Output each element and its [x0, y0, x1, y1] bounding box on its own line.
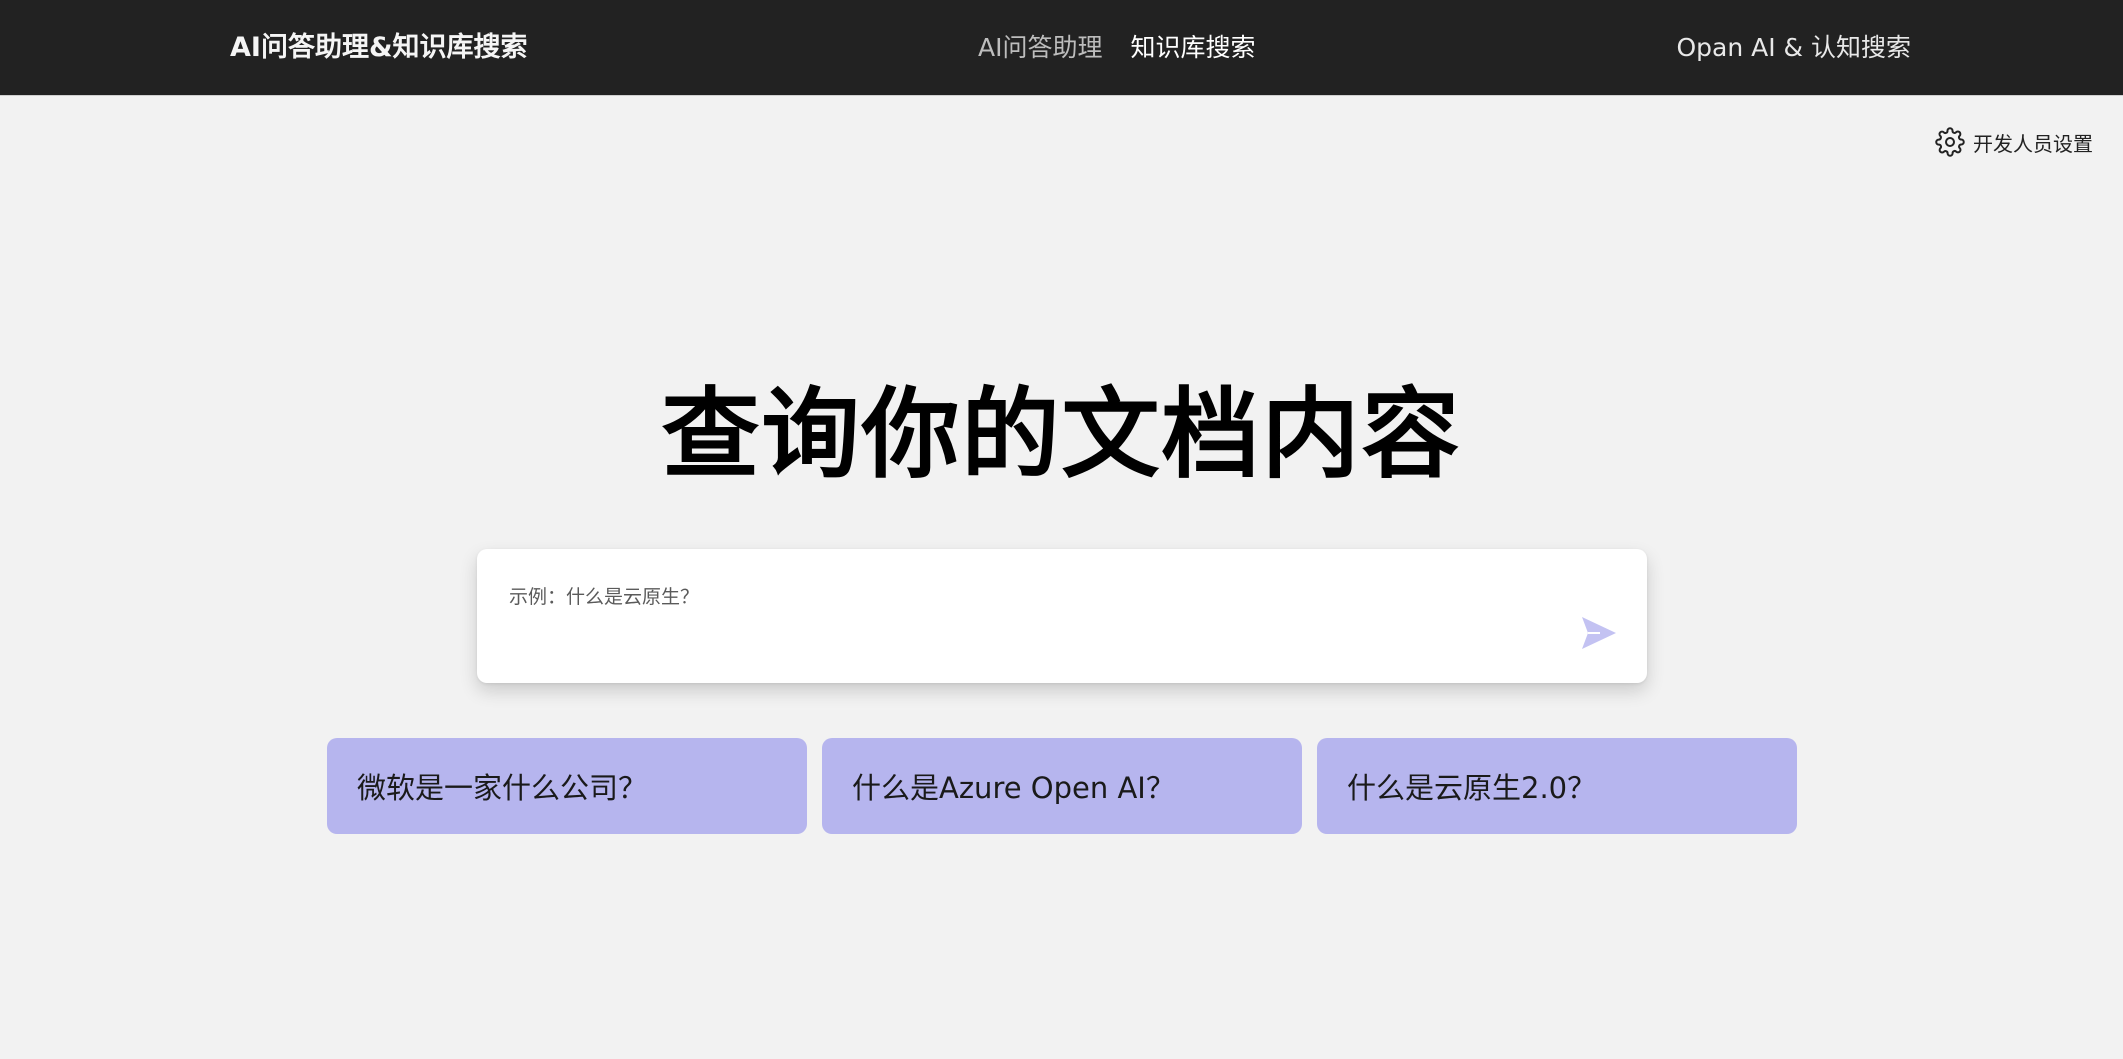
openai-cognitive-search-link[interactable]: Opan AI & 认知搜索: [1676, 30, 1911, 66]
main-nav: AI问答助理 知识库搜索: [978, 30, 1256, 66]
example-questions: 微软是一家什么公司？ 什么是Azure Open AI？ 什么是云原生2.0？: [327, 738, 1797, 834]
example-question-label: 什么是云原生2.0？: [1347, 771, 1597, 805]
question-input[interactable]: [509, 579, 1509, 615]
example-question-card[interactable]: 微软是一家什么公司？: [327, 738, 807, 834]
nav-knowledge-search[interactable]: 知识库搜索: [1130, 30, 1255, 66]
example-question-card[interactable]: 什么是Azure Open AI？: [822, 738, 1302, 834]
app-brand[interactable]: AI问答助理&知识库搜索: [230, 30, 528, 66]
nav-ai-assistant[interactable]: AI问答助理: [978, 30, 1102, 66]
send-button[interactable]: [1577, 613, 1621, 657]
send-icon: [1580, 615, 1618, 655]
question-box: [477, 549, 1647, 683]
gear-icon: [1935, 127, 1965, 161]
example-question-card[interactable]: 什么是云原生2.0？: [1317, 738, 1797, 834]
example-question-label: 什么是Azure Open AI？: [852, 771, 1175, 805]
example-question-label: 微软是一家什么公司？: [357, 771, 648, 805]
top-header: AI问答助理&知识库搜索 AI问答助理 知识库搜索 Opan AI & 认知搜索: [0, 0, 2123, 96]
developer-settings-button[interactable]: 开发人员设置: [1935, 127, 2093, 161]
page-title: 查询你的文档内容: [661, 378, 1462, 492]
developer-settings-label: 开发人员设置: [1973, 132, 2093, 156]
